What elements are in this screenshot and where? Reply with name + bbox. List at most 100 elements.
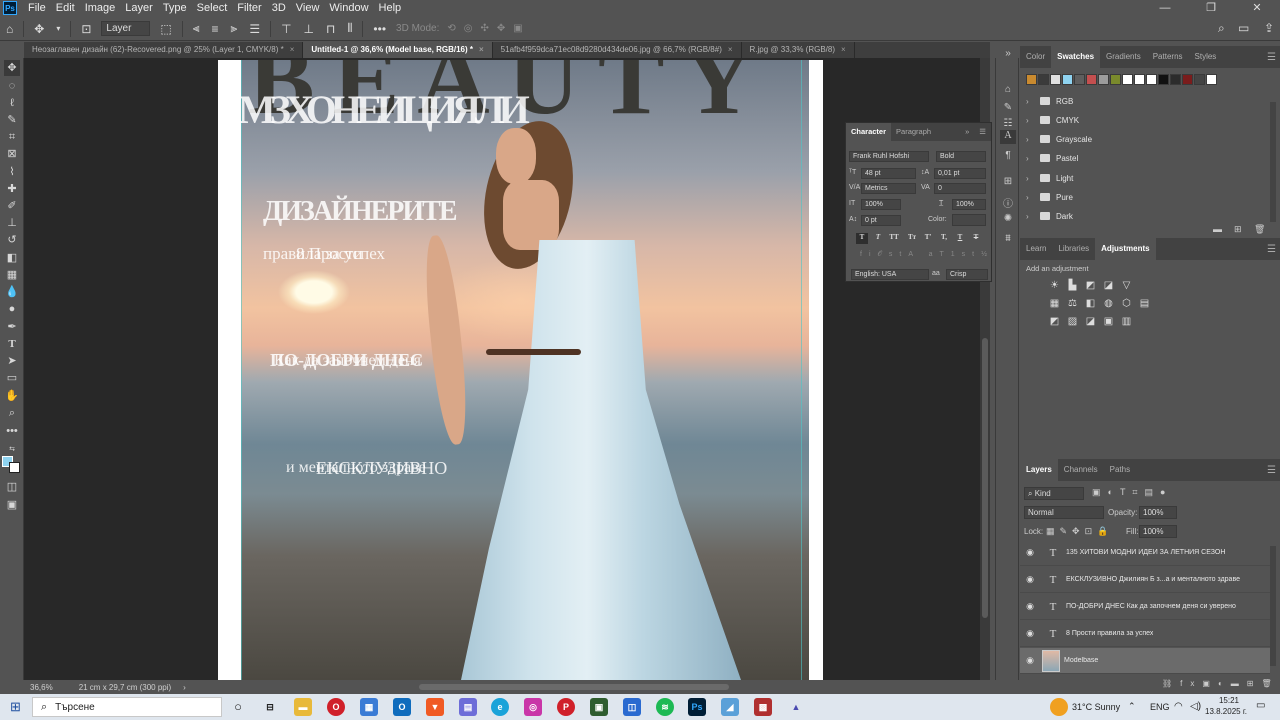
eraser-tool-icon[interactable]: ◧ [4, 250, 20, 266]
swatch-folder[interactable]: › RGB [1026, 92, 1266, 110]
windows-start-icon[interactable]: ⊞ [10, 699, 21, 715]
curves-icon[interactable]: ◩ [1084, 280, 1097, 291]
eye-icon[interactable]: ◉ [1020, 574, 1040, 585]
task-view-icon[interactable]: ○ [229, 698, 247, 716]
workspace-icon[interactable]: ▭ [1238, 21, 1249, 35]
app-icon[interactable]: ▲ [787, 698, 805, 716]
threshold-icon[interactable]: ◪ [1084, 316, 1097, 327]
app-icon[interactable]: ◢ [721, 698, 739, 716]
gradient-tool-icon[interactable]: ▦ [4, 267, 20, 283]
history-icon[interactable]: ⌂ [1000, 84, 1016, 98]
swatch-folder[interactable]: › Light [1026, 169, 1266, 187]
menu-file[interactable]: File [23, 0, 51, 16]
fill-input[interactable]: 100% [1139, 525, 1177, 538]
app-icon[interactable]: ▩ [754, 698, 772, 716]
app-icon[interactable]: ◫ [623, 698, 641, 716]
spotify-icon[interactable]: ≋ [656, 698, 674, 716]
gradient-map-icon[interactable]: ▥ [1120, 316, 1133, 327]
rectangle-tool-icon[interactable]: ▭ [4, 370, 20, 386]
3d-roll-icon[interactable]: ◎ [464, 23, 473, 34]
3d-scale-icon[interactable]: ▣ [513, 23, 522, 34]
panel-menu-icon[interactable]: ☰ [1267, 244, 1276, 255]
overlay-text[interactable]: МЗХОНЕИЦИЯЛИ [238, 86, 530, 133]
layer-row[interactable]: ◉ T 8 Прости правила за успех [1020, 621, 1270, 647]
panel-menu-icon[interactable]: ☰ [1267, 465, 1276, 476]
file-explorer-icon[interactable]: ▬ [294, 698, 312, 716]
brave-icon[interactable]: ▼ [426, 698, 444, 716]
close-icon[interactable]: × [728, 45, 733, 54]
clone-stamp-icon[interactable]: ⊥ [4, 215, 20, 231]
align-right-icon[interactable]: ⫸ [231, 21, 238, 36]
tab-paths[interactable]: Paths [1104, 459, 1136, 481]
lock-icons[interactable]: ▦✎✥⊡🔒 [1046, 526, 1113, 537]
eyedropper-tool-icon[interactable]: ⌇ [4, 164, 20, 180]
color-swatch[interactable] [1038, 74, 1049, 85]
background-color-swatch[interactable] [9, 462, 20, 473]
swatch-folder[interactable]: › Grayscale [1026, 130, 1266, 148]
quick-mask-icon[interactable]: ◫ [4, 479, 20, 495]
menu-image[interactable]: Image [80, 0, 121, 16]
dodge-tool-icon[interactable]: ● [4, 301, 20, 317]
overlay-text[interactable]: Как да започнем деня [274, 352, 421, 370]
color-swatch[interactable] [1086, 74, 1097, 85]
layers-scrollbar[interactable] [1270, 546, 1276, 666]
exposure-icon[interactable]: ◪ [1102, 280, 1115, 291]
levels-icon[interactable]: ▙ [1066, 280, 1079, 291]
opacity-input[interactable]: 100% [1139, 506, 1177, 519]
menu-help[interactable]: Help [374, 0, 407, 16]
faux-bold-button[interactable]: T [856, 233, 868, 244]
color-swatch[interactable] [1206, 74, 1217, 85]
layer-row[interactable]: ◉ T ПО-ДОБРИ ДНЕС Как да започнем деня си … [1020, 594, 1270, 620]
type-tool-icon[interactable]: T [4, 336, 20, 352]
layer-filter-dropdown[interactable]: ⌕ Kind [1024, 487, 1084, 500]
vertical-scale-input[interactable]: 100% [861, 199, 901, 210]
zoom-tool-icon[interactable]: ⌕ [4, 405, 20, 421]
path-select-icon[interactable]: ➤ [4, 353, 20, 369]
zoom-level[interactable]: 36,6% [30, 683, 53, 692]
collapse-icon[interactable]: » [1000, 48, 1016, 62]
antialias-dropdown[interactable]: Crisp [946, 269, 988, 280]
black-white-icon[interactable]: ◧ [1084, 298, 1097, 309]
hand-tool-icon[interactable]: ✋ [4, 388, 20, 404]
strikethrough-button[interactable]: T [970, 233, 982, 244]
photoshop-taskbar-icon[interactable]: Ps [688, 698, 706, 716]
home-icon[interactable]: ⌂ [6, 22, 13, 36]
close-icon[interactable]: ✕ [1234, 0, 1280, 16]
chevron-down-icon[interactable]: ▾ [56, 24, 60, 33]
notifications-icon[interactable]: ▭ [1256, 700, 1265, 711]
align-top-icon[interactable]: ⊤ [281, 22, 291, 36]
menu-filter[interactable]: Filter [232, 0, 266, 16]
screen-mode-icon[interactable]: ▣ [4, 497, 20, 513]
underline-button[interactable]: T [954, 233, 966, 244]
quick-select-tool-icon[interactable]: ✎ [4, 112, 20, 128]
crop-tool-icon[interactable]: ⌗ [4, 129, 20, 145]
layer-row[interactable]: ◉ T 135 ХИТОВИ МОДНИ ИДЕИ ЗА ЛЕТНИЯ СЕЗОН [1020, 540, 1270, 566]
close-icon[interactable]: × [841, 45, 846, 54]
font-style-dropdown[interactable]: Bold [936, 151, 986, 162]
edit-toolbar-icon[interactable]: ••• [4, 423, 20, 439]
share-icon[interactable]: ⇪ [1264, 21, 1274, 35]
vibrance-icon[interactable]: ▽ [1120, 280, 1133, 291]
more-options-icon[interactable]: ••• [373, 22, 386, 36]
3d-slide-icon[interactable]: ✥ [497, 23, 505, 34]
swatch-folder[interactable]: › Pastel [1026, 149, 1266, 167]
brush-settings-icon[interactable]: ✎ [1000, 102, 1016, 116]
text-color-swatch[interactable] [952, 214, 986, 226]
color-swatch[interactable] [1194, 74, 1205, 85]
swatch-folder[interactable]: › Dark [1026, 207, 1266, 225]
tab-swatches[interactable]: Swatches [1051, 46, 1101, 68]
network-icon[interactable]: ◠ [1174, 701, 1183, 712]
taskbar-search[interactable]: ⌕ Търсене [32, 697, 222, 717]
document-canvas[interactable]: BEAUTY МЗХОНЕИЦИЯЛИ ДИЗАЙНЕРИТЕ правила … [218, 60, 823, 680]
app-icon[interactable]: ▣ [590, 698, 608, 716]
input-language[interactable]: ENG [1150, 702, 1170, 712]
brush-tool-icon[interactable]: ✐ [4, 198, 20, 214]
layer-filter-icons[interactable]: ▣◐T⌗▤● [1092, 487, 1172, 498]
widgets-icon[interactable]: ⊟ [261, 698, 279, 716]
blur-tool-icon[interactable]: 💧 [4, 284, 20, 300]
opera-icon[interactable]: O [327, 698, 345, 716]
clock-time[interactable]: 15:21 [1212, 696, 1246, 705]
photoshop-logo-icon[interactable]: Ps [3, 1, 17, 15]
color-balance-icon[interactable]: ⚖ [1066, 298, 1079, 309]
frame-tool-icon[interactable]: ⊠ [4, 146, 20, 162]
